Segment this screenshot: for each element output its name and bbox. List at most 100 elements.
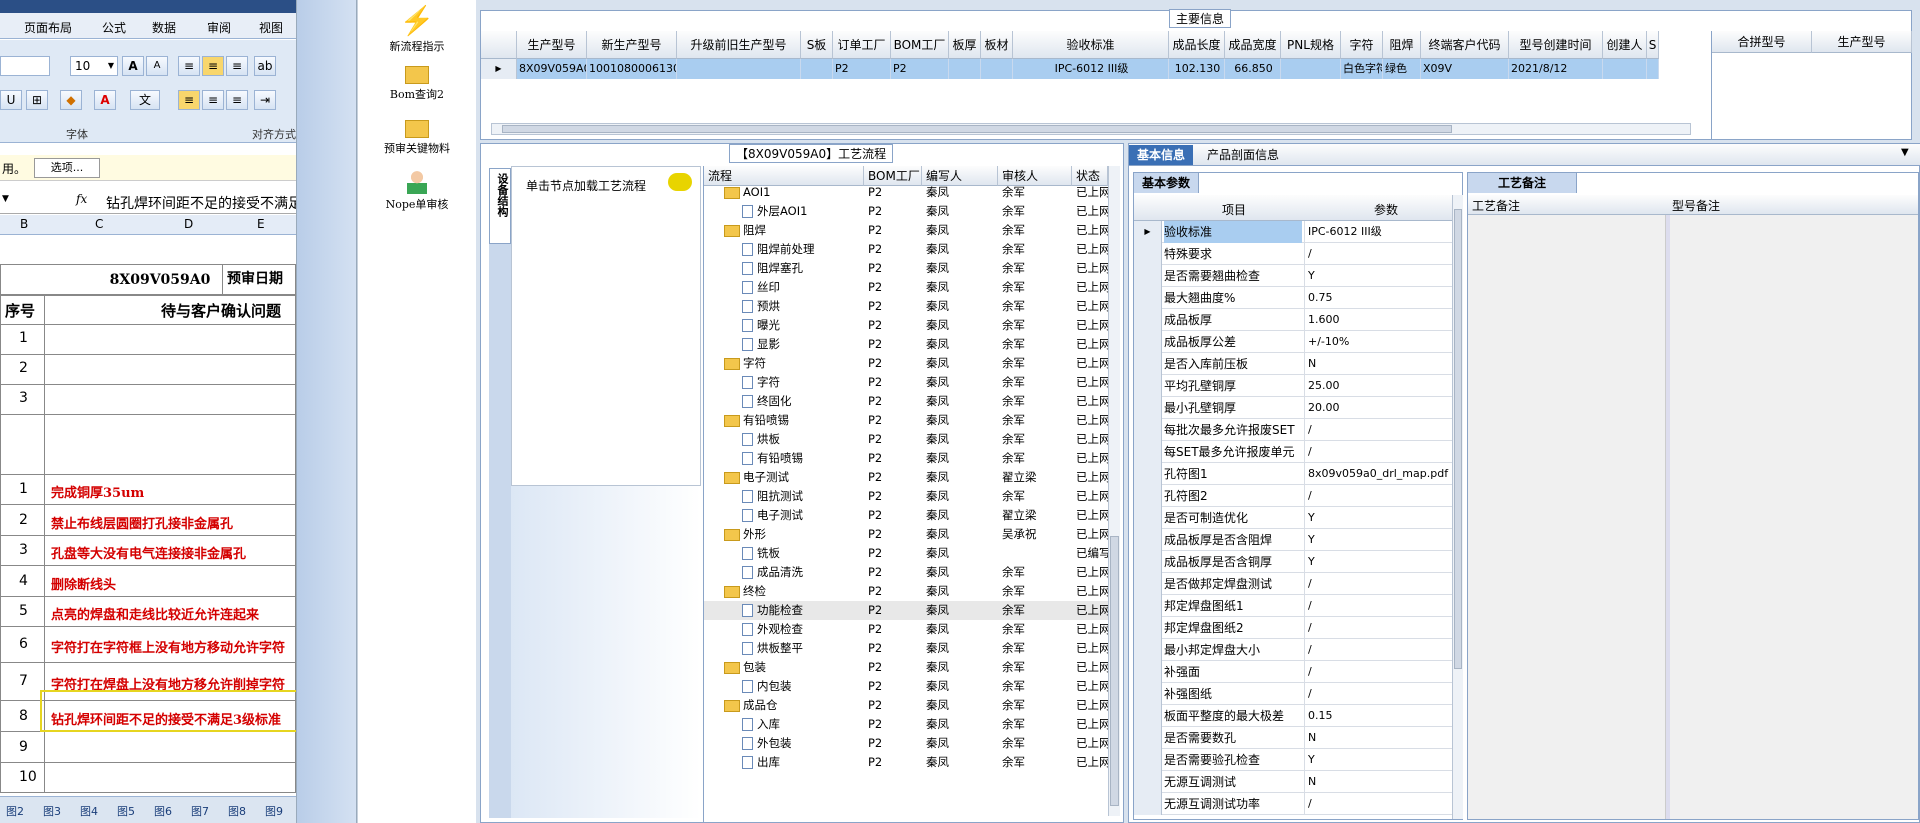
table-row[interactable]: 平均孔壁铜厚 25.00: [1134, 375, 1452, 397]
tree-node[interactable]: 电子测试: [724, 468, 789, 487]
nav-item-nope[interactable]: Nope单审核: [357, 168, 477, 212]
tree-node[interactable]: 外观检查: [742, 620, 803, 639]
table-cell[interactable]: 10010800061302: [587, 59, 677, 79]
table-cell[interactable]: X09V: [1421, 59, 1509, 79]
tree-row[interactable]: 字符 P2 秦凤 余军 已上网: [704, 373, 1110, 392]
col-header[interactable]: 字符: [1341, 31, 1383, 59]
tab-page-layout[interactable]: 页面布局: [24, 19, 72, 36]
vertical-scrollbar[interactable]: [1452, 195, 1463, 819]
param-value[interactable]: 1.600: [1304, 309, 1450, 331]
col-header[interactable]: 升级前旧生产型号: [677, 31, 801, 59]
tab-equipment[interactable]: 设备结构: [489, 168, 511, 244]
tab-process-remarks[interactable]: 工艺备注: [1468, 173, 1578, 193]
table-row[interactable]: 成品板厚 1.600: [1134, 309, 1452, 331]
tree-node[interactable]: 铣板: [742, 544, 780, 563]
sheet-tab[interactable]: 图4: [80, 803, 98, 819]
tree-node[interactable]: 有铅喷锡: [742, 449, 803, 468]
table-row[interactable]: 是否做邦定焊盘测试 /: [1134, 573, 1452, 595]
table-cell[interactable]: [677, 59, 801, 79]
chevron-down-icon[interactable]: ▼: [1901, 147, 1909, 158]
col-model-remark[interactable]: 型号备注: [1672, 197, 1720, 214]
tree-row[interactable]: 丝印 P2 秦凤 余军 已上网: [704, 278, 1110, 297]
col-header-e[interactable]: E: [257, 217, 265, 231]
tree-row[interactable]: 阻焊前处理 P2 秦凤 余军 已上网: [704, 240, 1110, 259]
table-row[interactable]: 补强图纸 /: [1134, 683, 1452, 705]
tab-basic-info[interactable]: 基本信息: [1129, 145, 1194, 165]
table-row[interactable]: 成品板厚是否含铜厚 Y: [1134, 551, 1452, 573]
col-header[interactable]: 新生产型号: [587, 31, 677, 59]
align-bottom-icon[interactable]: ≡: [226, 56, 248, 76]
tree-row[interactable]: AOI1 P2 秦凤 余军 已上网: [704, 186, 1110, 202]
tree-row[interactable]: 字符 P2 秦凤 余军 已上网: [704, 354, 1110, 373]
tree-row[interactable]: 终检 P2 秦凤 余军 已上网: [704, 582, 1110, 601]
param-value[interactable]: 0.75: [1304, 287, 1450, 309]
param-value[interactable]: /: [1304, 683, 1450, 705]
table-cell[interactable]: [1647, 59, 1659, 79]
sheet-tab[interactable]: 图6: [154, 803, 172, 819]
table-row[interactable]: 无源互调测试功率 /: [1134, 793, 1452, 815]
col-item[interactable]: 项目: [1222, 201, 1246, 218]
tree-node[interactable]: 成品清洗: [742, 563, 803, 582]
tree-node[interactable]: 烘板整平: [742, 639, 803, 658]
table-row[interactable]: 每批次最多允许报废SET /: [1134, 419, 1452, 441]
tree-row[interactable]: 烘板整平 P2 秦凤 余军 已上网: [704, 639, 1110, 658]
tree-node[interactable]: 电子测试: [742, 506, 803, 525]
vertical-scrollbar[interactable]: [1108, 166, 1120, 816]
col-merge-model[interactable]: 合拼型号: [1712, 31, 1812, 53]
tree-node[interactable]: 阻抗测试: [742, 487, 803, 506]
col-header[interactable]: 阻焊: [1383, 31, 1421, 59]
tree-node[interactable]: 烘板: [742, 430, 780, 449]
table-cell[interactable]: [801, 59, 833, 79]
param-value[interactable]: /: [1304, 617, 1450, 639]
font-color-icon[interactable]: A: [94, 90, 116, 110]
table-cell[interactable]: [1281, 59, 1341, 79]
font-size-box[interactable]: 10 ▼: [70, 56, 118, 76]
param-value[interactable]: Y: [1304, 265, 1450, 287]
tree-row[interactable]: 曝光 P2 秦凤 余军 已上网: [704, 316, 1110, 335]
tree-node[interactable]: 曝光: [742, 316, 780, 335]
tree-row[interactable]: 成品清洗 P2 秦凤 余军 已上网: [704, 563, 1110, 582]
table-row[interactable]: 孔符图2 /: [1134, 485, 1452, 507]
tree-row[interactable]: 功能检查 P2 秦凤 余军 已上网: [704, 601, 1110, 620]
formula-input[interactable]: 钻孔焊环间距不足的接受不满足3级标准: [106, 193, 296, 213]
tree-row[interactable]: 有铅喷锡 P2 秦凤 余军 已上网: [704, 411, 1110, 430]
param-value[interactable]: /: [1304, 793, 1450, 815]
fill-color-icon[interactable]: ◆: [60, 90, 82, 110]
param-value[interactable]: /: [1304, 639, 1450, 661]
table-row[interactable]: 每SET最多允许报废单元 /: [1134, 441, 1452, 463]
tree-node[interactable]: 字符: [742, 373, 780, 392]
name-box-dropdown-icon[interactable]: ▼: [2, 194, 9, 204]
tree-row[interactable]: 铣板 P2 秦凤 已编写: [704, 544, 1110, 563]
tree-node[interactable]: 有铅喷锡: [724, 411, 789, 430]
tree-row[interactable]: 外形 P2 秦凤 吴承祝 已上网: [704, 525, 1110, 544]
col-header[interactable]: 终端客户代码: [1421, 31, 1509, 59]
col-header[interactable]: 板厚: [949, 31, 981, 59]
tree-row[interactable]: 终固化 P2 秦凤 余军 已上网: [704, 392, 1110, 411]
table-row[interactable]: 是否需要翘曲检查 Y: [1134, 265, 1452, 287]
col-header[interactable]: 流程: [704, 166, 864, 186]
col-header[interactable]: 创建人: [1603, 31, 1647, 59]
col-header[interactable]: BOM工厂: [864, 166, 922, 186]
param-value[interactable]: 25.00: [1304, 375, 1450, 397]
param-value[interactable]: +/-10%: [1304, 331, 1450, 353]
tree-node[interactable]: 外形: [724, 525, 766, 544]
tree-node[interactable]: 阻焊: [724, 221, 766, 240]
table-row[interactable]: 最大翘曲度% 0.75: [1134, 287, 1452, 309]
col-header[interactable]: 状态: [1072, 166, 1108, 186]
sheet-tab[interactable]: 图9: [265, 803, 283, 819]
param-value[interactable]: Y: [1304, 507, 1450, 529]
param-value[interactable]: /: [1304, 243, 1450, 265]
tree-row[interactable]: 入库 P2 秦凤 余军 已上网: [704, 715, 1110, 734]
table-cell[interactable]: [1603, 59, 1647, 79]
scroll-thumb[interactable]: [502, 125, 1452, 133]
col-header[interactable]: 审核人: [998, 166, 1072, 186]
table-row[interactable]: 补强面 /: [1134, 661, 1452, 683]
col-header[interactable]: 型号创建时间: [1509, 31, 1603, 59]
tree-node[interactable]: 入库: [742, 715, 780, 734]
param-value[interactable]: 8x09v059a0_drl_map.pdf: [1304, 463, 1450, 485]
tree-row[interactable]: 外观检查 P2 秦凤 余军 已上网: [704, 620, 1110, 639]
tree-row[interactable]: 包装 P2 秦凤 余军 已上网: [704, 658, 1110, 677]
orientation-icon[interactable]: ab: [254, 56, 276, 76]
align-right-icon[interactable]: ≡: [226, 90, 248, 110]
tree-row[interactable]: 预烘 P2 秦凤 余军 已上网: [704, 297, 1110, 316]
